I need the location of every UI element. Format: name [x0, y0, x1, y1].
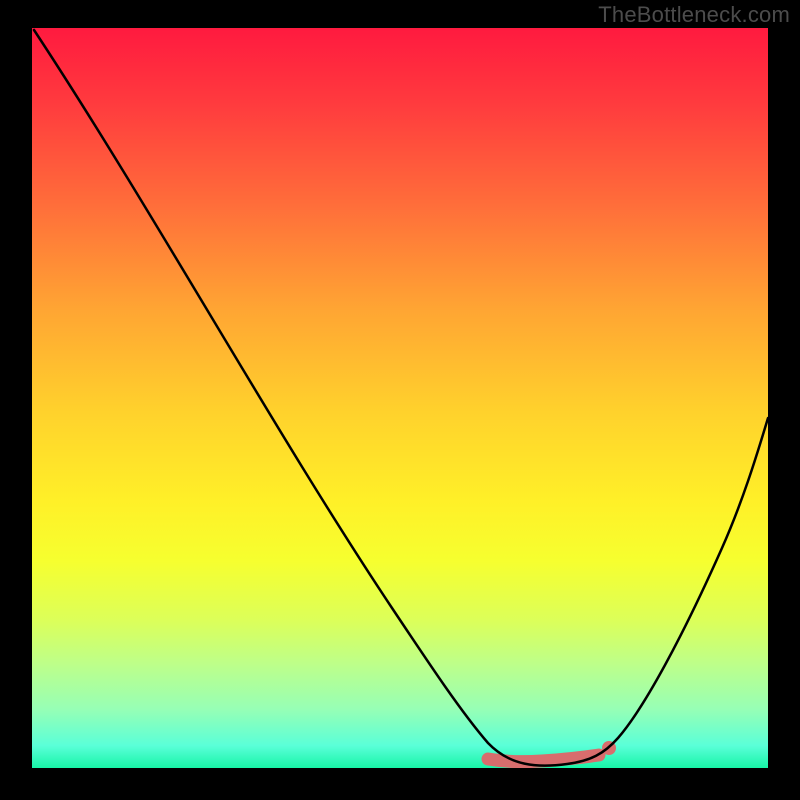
chart-svg: [32, 28, 768, 768]
plot-area: [32, 28, 768, 768]
watermark-text: TheBottleneck.com: [598, 2, 790, 28]
chart-frame: TheBottleneck.com: [0, 0, 800, 800]
bottleneck-curve: [34, 30, 768, 766]
